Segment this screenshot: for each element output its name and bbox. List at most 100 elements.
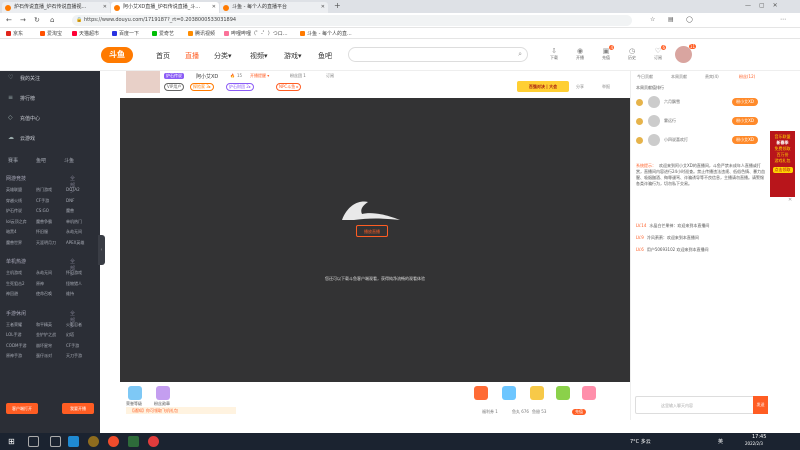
chat-message[interactable]: 系统提示： 欢迎来到阿小艾XD的直播间，斗鱼严禁未成年人直播或打赏，直播间内容进行… xyxy=(636,163,766,221)
category-link[interactable]: 使命召唤 xyxy=(36,291,52,297)
home-icon[interactable]: ⌂ xyxy=(50,16,54,24)
app-icon[interactable] xyxy=(128,436,139,447)
bookmark-item[interactable]: 哔哩哔哩（゜-゜）つロ... xyxy=(224,30,288,37)
category-link[interactable]: CF手游 xyxy=(36,198,49,204)
collections-icon[interactable]: ▤ xyxy=(668,16,674,23)
quick-link-2[interactable]: 斗鱼 xyxy=(64,157,74,164)
window-controls[interactable]: —▢✕ xyxy=(745,2,786,9)
category-link[interactable]: 和平精英 xyxy=(36,322,52,328)
tab-3[interactable]: 粉丝(12) xyxy=(739,74,755,80)
category-link[interactable]: 穿越火线 xyxy=(6,198,22,204)
tab-2[interactable]: 贵宾(4) xyxy=(705,74,719,80)
category-link[interactable]: 原神 xyxy=(36,281,44,287)
header-history-icon[interactable]: ◷ 历史 xyxy=(620,47,644,61)
category-link[interactable]: APEX英雄 xyxy=(66,240,84,246)
bookmark-item[interactable]: 爱奇艺 xyxy=(152,30,174,37)
promo-close-icon[interactable]: ✕ xyxy=(788,197,792,203)
fan-medal-badge[interactable] xyxy=(156,386,170,400)
category-link[interactable]: 英雄联盟 xyxy=(6,187,22,193)
honor-badge[interactable] xyxy=(128,386,142,400)
gift-icon[interactable] xyxy=(502,386,516,400)
level-tag[interactable]: VIP用户 xyxy=(164,83,185,91)
tab-1[interactable]: 本周贡献 xyxy=(671,74,687,80)
category-link[interactable]: lol云顶之弈 xyxy=(6,219,27,225)
category-link[interactable]: CODM手游 xyxy=(6,343,26,349)
header-recharge-icon[interactable]: ▣ 充值 4 xyxy=(594,45,618,61)
search-input[interactable]: ⌕ xyxy=(348,47,528,62)
category-link[interactable]: 永劫无间 xyxy=(36,270,52,276)
clock-date[interactable]: 2022/2/3 xyxy=(745,441,763,446)
douyu-logo[interactable]: 斗鱼 xyxy=(101,47,133,63)
gift-icon[interactable] xyxy=(582,386,596,400)
rank-row[interactable]: 六月飘雪 粉小艾XD xyxy=(636,95,766,111)
category-link[interactable]: 魔兽争霸 xyxy=(36,219,52,225)
chat-message[interactable]: LV.9 冷风萧萧：欢迎来到本直播间 xyxy=(636,235,766,241)
bookmark-item[interactable]: 京东 xyxy=(6,30,23,37)
chat-input[interactable]: 这里输入聊天内容 xyxy=(635,396,755,414)
notice-bar[interactable]: 【通知】你可领取飞机礼包 xyxy=(126,407,236,414)
avatar[interactable]: 11 xyxy=(675,44,696,63)
search-icon[interactable] xyxy=(50,436,61,447)
ime-indicator[interactable]: 英 xyxy=(718,438,723,445)
task-view-icon[interactable] xyxy=(28,436,39,447)
alert-toggle[interactable]: 开播提醒 ▾ xyxy=(250,73,269,79)
url-input[interactable]: 🔒 https://www.douyu.com/1719187?_rt=0.20… xyxy=(72,15,632,26)
nav-3[interactable]: 视频▾ xyxy=(250,51,268,61)
quick-link-0[interactable]: 赛事 xyxy=(8,157,18,164)
client-open-button[interactable]: 客户端打开 xyxy=(6,403,38,414)
streamer-thumbnail[interactable] xyxy=(126,71,160,93)
promo-claim-button[interactable]: 点击领取 xyxy=(772,167,793,173)
netease-music-icon[interactable] xyxy=(148,436,159,447)
category-link[interactable]: 怪物猎人 xyxy=(66,281,82,287)
stat-item[interactable]: 福利券 1 xyxy=(482,409,498,415)
browser-tab-1[interactable]: 炉石传说直播_炉石传说直播视... ✕ xyxy=(2,2,110,13)
fans-club[interactable]: 粉丝团 1 xyxy=(290,73,306,79)
tab-0[interactable]: 今日贡献 xyxy=(637,74,653,80)
header-download-icon[interactable]: ⇩ 下载 xyxy=(542,47,566,61)
category-link[interactable]: CS:GO xyxy=(36,208,49,213)
edge-browser-icon[interactable] xyxy=(68,436,79,447)
category-link[interactable]: 天刀手游 xyxy=(66,353,82,359)
category-link[interactable]: 原神手游 xyxy=(6,353,22,359)
level-tag[interactable]: 炉石财团 2▸ xyxy=(226,83,254,91)
bookmark-item[interactable]: 百度一下 xyxy=(112,30,139,37)
category-link[interactable]: 暗黑4 xyxy=(6,229,17,235)
rank-row[interactable]: 小四说喜欢打 粉小艾XD xyxy=(636,133,766,149)
gift-icon[interactable] xyxy=(530,386,544,400)
forward-arrow-icon[interactable]: → xyxy=(20,16,26,24)
category-link[interactable]: 维持 xyxy=(66,291,74,297)
nav-0[interactable]: 首页 xyxy=(156,51,170,61)
bookmark-item[interactable]: 爱淘宝 xyxy=(40,30,62,37)
header-follow-icon[interactable]: ♡ 订阅 6 xyxy=(646,45,670,61)
category-link[interactable]: 炉石传说 xyxy=(6,208,22,214)
category-tag[interactable]: 炉石传说 xyxy=(164,73,184,79)
close-icon[interactable]: ✕ xyxy=(103,2,107,13)
category-link[interactable]: LOL手游 xyxy=(6,332,21,338)
browser-tab-3[interactable]: 斗鱼 - 每个人的直播平台 ✕ xyxy=(220,2,328,13)
bookmark-item[interactable]: 斗鱼 - 每个人的直... xyxy=(300,30,352,37)
category-link[interactable]: 怀旧游戏 xyxy=(66,270,82,276)
category-link[interactable]: 火影忍者 xyxy=(66,322,82,328)
level-tag[interactable]: NPC斗鱼 ▸ xyxy=(276,83,302,91)
category-link[interactable]: 热门游戏 xyxy=(36,187,52,193)
recharge-button[interactable]: 充值 xyxy=(572,409,586,415)
close-icon[interactable]: ✕ xyxy=(212,2,216,13)
clock-time[interactable]: 17:45 xyxy=(752,434,766,440)
category-link[interactable]: CF手游 xyxy=(66,343,79,349)
stat-item[interactable]: 鱼翅 53 xyxy=(532,409,546,415)
sidebar-collapse-button[interactable]: ‹ xyxy=(98,235,105,265)
bookmark-item[interactable]: 腾讯视频 xyxy=(188,30,215,37)
share-button[interactable]: 分享 xyxy=(576,84,584,90)
nav-5[interactable]: 鱼吧 xyxy=(318,51,332,61)
subscribe-button[interactable]: 订阅 xyxy=(326,73,334,79)
quick-link-1[interactable]: 鱼吧 xyxy=(36,157,46,164)
search-icon[interactable]: ⌕ xyxy=(518,50,522,59)
header-broadcast-icon[interactable]: ◉ 开播 xyxy=(568,47,592,61)
weather[interactable]: 7°C 多云 xyxy=(630,438,651,445)
category-link[interactable]: 蛋仔派对 xyxy=(36,353,52,359)
new-tab-button[interactable]: + xyxy=(334,1,341,10)
nav-2[interactable]: 分类▾ xyxy=(214,51,232,61)
category-link[interactable]: 天涯明月刀 xyxy=(36,240,56,246)
close-icon[interactable]: ✕ xyxy=(321,2,325,13)
report-button[interactable]: 举报 xyxy=(602,84,610,90)
